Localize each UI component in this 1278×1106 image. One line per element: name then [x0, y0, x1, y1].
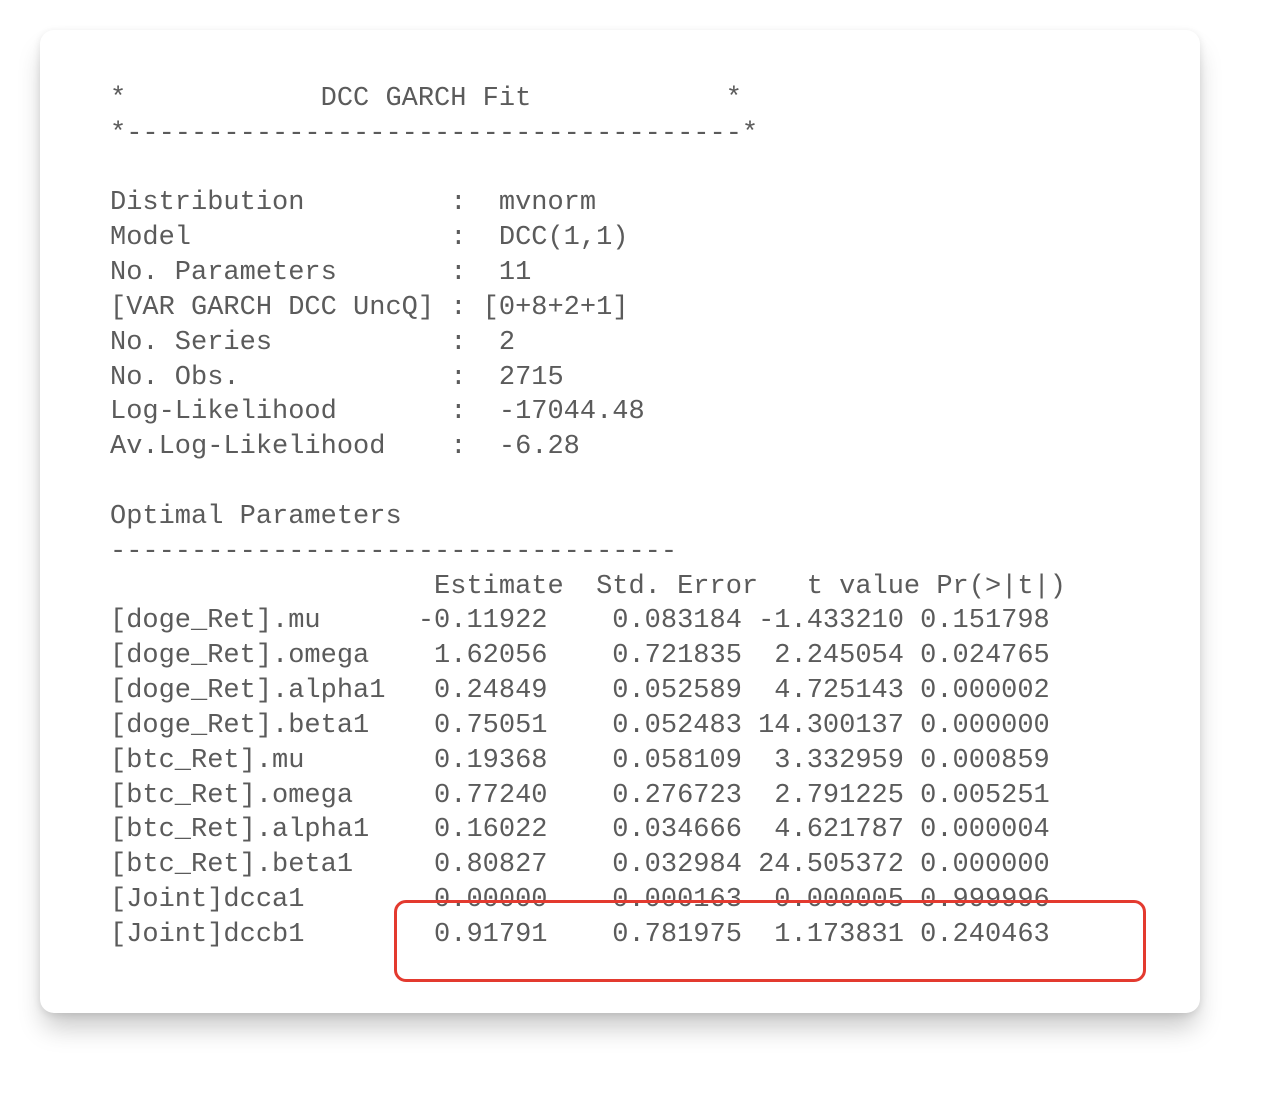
table-row: [btc_Ret].alpha1 0.16022 0.034666 4.6217… — [110, 813, 1144, 848]
meta-line: No. Series : 2 — [110, 326, 1144, 361]
blank-line-1 — [110, 152, 1144, 187]
meta-line: No. Obs. : 2715 — [110, 361, 1144, 396]
output-card: * DCC GARCH Fit * *---------------------… — [40, 30, 1200, 1013]
table-header: Estimate Std. Error t value Pr(>|t|) — [110, 570, 1144, 605]
title-line: * DCC GARCH Fit * — [110, 82, 1144, 117]
table-row: [Joint]dccb1 0.91791 0.781975 1.173831 0… — [110, 918, 1144, 953]
title-rule: *--------------------------------------* — [110, 117, 1144, 152]
meta-line: Model : DCC(1,1) — [110, 221, 1144, 256]
meta-line: [VAR GARCH DCC UncQ] : [0+8+2+1] — [110, 291, 1144, 326]
table-row: [doge_Ret].alpha1 0.24849 0.052589 4.725… — [110, 674, 1144, 709]
blank-line-2 — [110, 465, 1144, 500]
meta-line: Log-Likelihood : -17044.48 — [110, 395, 1144, 430]
table-row: [doge_Ret].mu -0.11922 0.083184 -1.43321… — [110, 604, 1144, 639]
meta-line: Av.Log-Likelihood : -6.28 — [110, 430, 1144, 465]
table-row: [doge_Ret].beta1 0.75051 0.052483 14.300… — [110, 709, 1144, 744]
table-row: [Joint]dcca1 0.00000 0.000163 0.000005 0… — [110, 883, 1144, 918]
table-row: [btc_Ret].omega 0.77240 0.276723 2.79122… — [110, 779, 1144, 814]
table-row: [btc_Ret].mu 0.19368 0.058109 3.332959 0… — [110, 744, 1144, 779]
meta-line: No. Parameters : 11 — [110, 256, 1144, 291]
optparam-rule: ----------------------------------- — [110, 535, 1144, 570]
table-row: [doge_Ret].omega 1.62056 0.721835 2.2450… — [110, 639, 1144, 674]
table-row: [btc_Ret].beta1 0.80827 0.032984 24.5053… — [110, 848, 1144, 883]
meta-line: Distribution : mvnorm — [110, 186, 1144, 221]
optparam-title: Optimal Parameters — [110, 500, 1144, 535]
